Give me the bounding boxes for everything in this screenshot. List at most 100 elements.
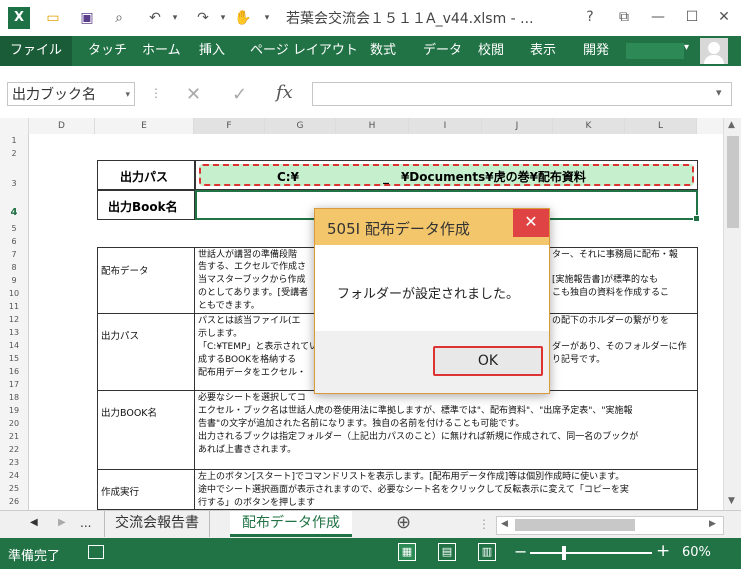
- scroll-thumb[interactable]: [727, 136, 739, 228]
- avatar[interactable]: [700, 38, 728, 64]
- row-header[interactable]: 7: [0, 250, 28, 259]
- column-header[interactable]: I: [409, 118, 482, 134]
- tab-review[interactable]: 校閲: [478, 36, 504, 66]
- row-header[interactable]: 19: [0, 406, 28, 415]
- hscroll-thumb[interactable]: [515, 519, 635, 531]
- redo-icon[interactable]: ↷: [192, 8, 214, 28]
- redo-dropdown-icon[interactable]: ▾: [212, 8, 234, 28]
- row-header[interactable]: 6: [0, 237, 28, 246]
- column-header[interactable]: K: [553, 118, 625, 134]
- open-folder-icon[interactable]: ▭: [42, 8, 64, 28]
- help-button[interactable]: ?: [578, 6, 602, 28]
- output-path-value-box[interactable]: C:¥ _ ¥Documents¥虎の巻¥配布資料: [199, 164, 694, 186]
- row-header[interactable]: 23: [0, 458, 28, 467]
- row-header[interactable]: 20: [0, 419, 28, 428]
- zoom-out-button[interactable]: −: [514, 542, 527, 561]
- formula-bar-grip-icon[interactable]: ⋮: [150, 86, 162, 100]
- account-name-placeholder[interactable]: [626, 43, 684, 59]
- zoom-level[interactable]: 60%: [682, 545, 711, 560]
- row-header[interactable]: 5: [0, 224, 28, 233]
- page-break-view-icon[interactable]: ▥: [478, 543, 496, 561]
- tab-page-layout[interactable]: ページ レイアウト: [250, 36, 358, 66]
- cancel-entry-button[interactable]: ✕: [186, 84, 201, 105]
- name-box[interactable]: 出力ブック名 ▾: [7, 82, 135, 106]
- row-header[interactable]: 3: [0, 179, 28, 188]
- qat-customize-icon[interactable]: ▾: [256, 8, 278, 28]
- row-header[interactable]: 16: [0, 367, 28, 376]
- scroll-up-icon[interactable]: ▲: [728, 120, 735, 130]
- ok-button[interactable]: OK: [433, 346, 543, 376]
- row-header[interactable]: 2: [0, 149, 28, 158]
- add-sheet-button[interactable]: ⊕: [396, 511, 411, 537]
- tab-developer[interactable]: 開発: [583, 36, 609, 66]
- tab-data[interactable]: データ: [423, 36, 462, 66]
- zoom-slider-thumb[interactable]: [562, 546, 566, 560]
- row-header[interactable]: 4: [0, 207, 28, 218]
- dialog-close-button[interactable]: ✕: [513, 209, 549, 237]
- touch-mode-icon[interactable]: ✋: [232, 8, 254, 28]
- column-header[interactable]: E: [95, 118, 194, 134]
- page-layout-view-icon[interactable]: ▤: [438, 543, 456, 561]
- print-preview-icon[interactable]: ⌕: [108, 8, 130, 28]
- hscroll-grip-icon[interactable]: ⋮: [478, 517, 490, 531]
- hscroll-left-icon[interactable]: ◀: [501, 519, 508, 529]
- horizontal-scrollbar[interactable]: ◀ ▶: [496, 516, 724, 535]
- row-header[interactable]: 26: [0, 497, 28, 506]
- name-box-dropdown-icon[interactable]: ▾: [125, 83, 130, 107]
- output-path-cell[interactable]: C:¥ _ ¥Documents¥虎の巻¥配布資料: [195, 160, 698, 190]
- row-header[interactable]: 24: [0, 471, 28, 480]
- tab-view[interactable]: 表示: [530, 36, 556, 66]
- column-header[interactable]: G: [265, 118, 336, 134]
- sheet-tab-distribution[interactable]: 配布データ作成: [230, 511, 352, 537]
- tab-touch[interactable]: タッチ: [88, 36, 127, 66]
- row-header[interactable]: 10: [0, 289, 28, 298]
- zoom-slider[interactable]: [530, 546, 652, 560]
- row-header[interactable]: 8: [0, 263, 28, 272]
- tab-formulas[interactable]: 数式: [370, 36, 396, 66]
- undo-icon[interactable]: ↶: [144, 8, 166, 28]
- zoom-in-button[interactable]: +: [656, 541, 670, 561]
- row-header[interactable]: 18: [0, 393, 28, 402]
- hscroll-right-icon[interactable]: ▶: [709, 519, 716, 529]
- row-header[interactable]: 14: [0, 341, 28, 350]
- account-dropdown-icon[interactable]: ▾: [684, 42, 689, 53]
- normal-view-icon[interactable]: ▦: [398, 543, 416, 561]
- expand-formula-bar-icon[interactable]: ▾: [716, 86, 722, 99]
- column-header[interactable]: D: [29, 118, 95, 134]
- fill-handle[interactable]: [693, 215, 700, 222]
- tab-insert[interactable]: 挿入: [199, 36, 225, 66]
- sheet-prev-button[interactable]: ◀: [30, 511, 38, 537]
- minimize-button[interactable]: —: [646, 6, 670, 28]
- sheet-more-button[interactable]: ...: [80, 511, 91, 537]
- formula-input[interactable]: [312, 82, 732, 106]
- maximize-button[interactable]: ☐: [680, 6, 704, 28]
- select-all-corner[interactable]: [0, 118, 29, 134]
- scroll-down-icon[interactable]: ▼: [728, 496, 735, 506]
- row-header[interactable]: 15: [0, 354, 28, 363]
- row-header[interactable]: 9: [0, 276, 28, 285]
- row-header[interactable]: 17: [0, 380, 28, 389]
- tab-file[interactable]: ファイル: [0, 36, 73, 66]
- row-header[interactable]: 1: [0, 136, 28, 145]
- column-header[interactable]: J: [482, 118, 553, 134]
- column-header[interactable]: H: [336, 118, 409, 134]
- vertical-scrollbar[interactable]: ▲ ▼: [723, 118, 741, 510]
- sheet-next-button[interactable]: ▶: [58, 511, 66, 537]
- insert-function-button[interactable]: fx: [276, 82, 293, 103]
- row-header[interactable]: 13: [0, 328, 28, 337]
- column-header[interactable]: F: [194, 118, 265, 134]
- close-window-button[interactable]: ✕: [712, 6, 736, 28]
- column-header[interactable]: L: [625, 118, 697, 134]
- row-header[interactable]: 21: [0, 432, 28, 441]
- row-header[interactable]: 11: [0, 302, 28, 311]
- save-icon[interactable]: ▣: [76, 8, 98, 28]
- row-header[interactable]: 25: [0, 484, 28, 493]
- macro-record-icon[interactable]: [88, 545, 104, 559]
- tab-home[interactable]: ホーム: [142, 36, 181, 66]
- ribbon-display-options-icon[interactable]: ⧉: [612, 6, 636, 28]
- enter-button[interactable]: ✓: [232, 84, 247, 105]
- row-header[interactable]: 22: [0, 445, 28, 454]
- row-header[interactable]: 12: [0, 315, 28, 324]
- sheet-tab-report[interactable]: 交流会報告書: [104, 511, 210, 537]
- undo-dropdown-icon[interactable]: ▾: [164, 8, 186, 28]
